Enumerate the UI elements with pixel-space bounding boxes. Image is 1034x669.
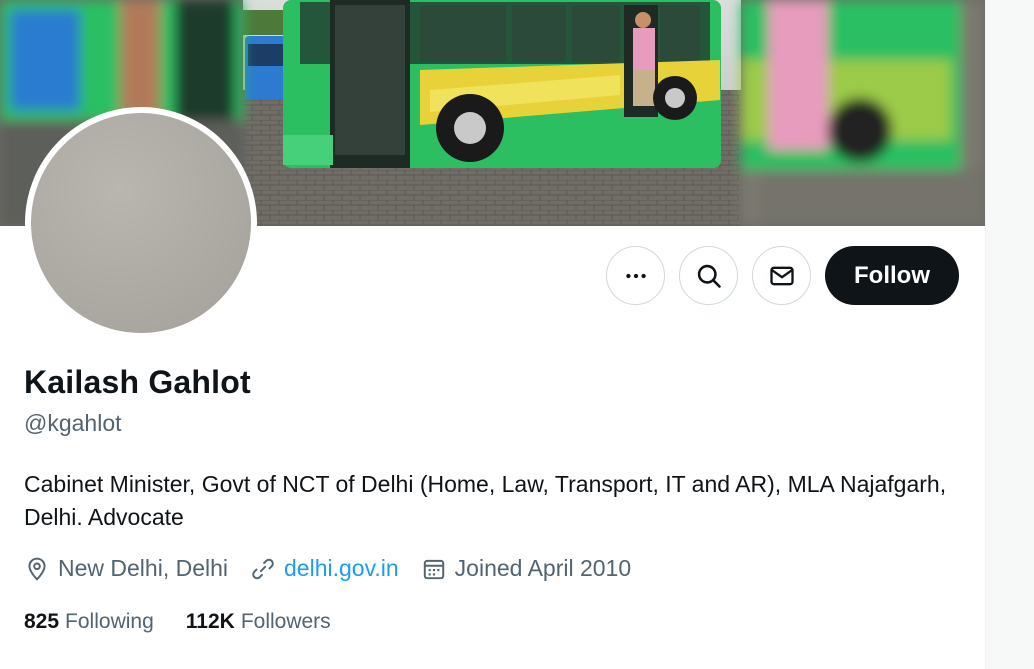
following-stat[interactable]: 825 Following [24,610,154,634]
more-icon [625,273,646,278]
followers-count: 112K [185,610,235,633]
calendar-icon [423,559,444,579]
search-icon [697,264,721,288]
website-item: delhi.gov.in [250,555,399,582]
location-item: New Delhi, Delhi [24,555,228,582]
profile-handle: @kgahlot [24,410,122,436]
following-label: Following [65,610,154,633]
profile-stats: 825 Following 112K Followers [24,610,363,634]
search-button[interactable] [679,246,738,305]
website-link[interactable]: delhi.gov.in [284,555,399,582]
profile-meta: New Delhi, Delhi delhi.gov.in Joined Apr… [24,555,653,582]
location-pin-icon [28,557,46,581]
profile-page: Follow Kailash Gahlot @kgahlot Cabinet M… [0,0,985,669]
joined-text: Joined April 2010 [454,555,632,581]
message-button[interactable] [752,246,811,305]
envelope-icon [769,266,794,285]
follow-button[interactable]: Follow [825,246,959,305]
following-count: 825 [24,610,60,633]
followers-label: Followers [240,610,331,633]
followers-stat[interactable]: 112K Followers [186,610,331,634]
profile-actions: Follow [606,246,959,305]
profile-avatar[interactable] [25,107,257,339]
joined-item: Joined April 2010 [421,555,631,582]
profile-name: Kailash Gahlot [24,364,251,400]
location-text: New Delhi, Delhi [58,555,229,581]
link-icon [252,558,274,579]
right-gutter [985,0,1034,669]
profile-bio: Cabinet Minister, Govt of NCT of Delhi (… [24,471,947,530]
more-button[interactable] [606,246,665,305]
avatar-image [31,113,251,333]
